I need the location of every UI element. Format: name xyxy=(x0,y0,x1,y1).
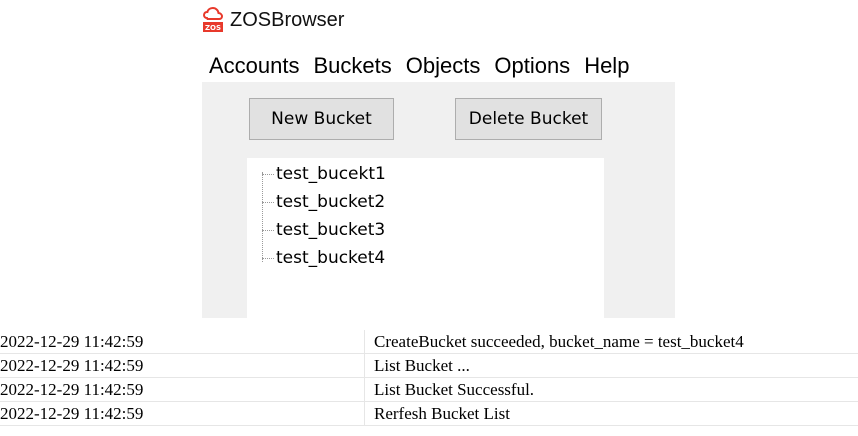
logo-text: ZOS xyxy=(205,24,221,32)
tree-item[interactable]: test_bucket4 xyxy=(262,245,385,271)
log-message: Rerfesh Bucket List xyxy=(374,404,510,423)
menu-options[interactable]: Options xyxy=(494,53,570,79)
tree-item[interactable]: test_bucekt1 xyxy=(262,161,386,187)
new-bucket-button[interactable]: New Bucket xyxy=(249,98,394,140)
table-row[interactable]: 2022-12-29 11:42:59 Rerfesh Bucket List xyxy=(0,402,858,426)
table-row[interactable]: 2022-12-29 11:42:59 List Bucket Successf… xyxy=(0,378,858,402)
column-divider xyxy=(364,402,365,425)
cloud-logo-icon: ZOS xyxy=(202,7,224,32)
log-message: CreateBucket succeeded, bucket_name = te… xyxy=(374,332,744,351)
bucket-name: test_bucket2 xyxy=(276,192,386,212)
tree-item[interactable]: test_bucket2 xyxy=(262,189,385,215)
bucket-tree[interactable]: test_bucekt1 test_bucket2 test_bucket3 t… xyxy=(247,158,604,318)
log-time: 2022-12-29 11:42:59 xyxy=(0,404,144,423)
log-table: 2022-12-29 11:42:59 CreateBucket succeed… xyxy=(0,330,858,426)
log-time: 2022-12-29 11:42:59 xyxy=(0,332,144,351)
bucket-name: test_bucket3 xyxy=(276,220,386,240)
menu-bar: Accounts Buckets Objects Options Help xyxy=(209,50,643,82)
bucket-panel: New Bucket Delete Bucket test_bucekt1 te… xyxy=(202,82,675,318)
tree-branch-line xyxy=(262,229,274,231)
menu-objects[interactable]: Objects xyxy=(406,53,481,79)
tree-item[interactable]: test_bucket3 xyxy=(262,217,385,243)
menu-buckets[interactable]: Buckets xyxy=(314,53,392,79)
log-message: List Bucket ... xyxy=(374,356,470,375)
table-row[interactable]: 2022-12-29 11:42:59 CreateBucket succeed… xyxy=(0,330,858,354)
bucket-name: test_bucket4 xyxy=(276,248,386,268)
menu-accounts[interactable]: Accounts xyxy=(209,53,300,79)
column-divider xyxy=(364,330,365,353)
column-divider xyxy=(364,378,365,401)
menu-help[interactable]: Help xyxy=(584,53,629,79)
tree-branch-line xyxy=(262,173,274,175)
column-divider xyxy=(364,354,365,377)
tree-branch-line xyxy=(262,201,274,203)
log-time: 2022-12-29 11:42:59 xyxy=(0,356,144,375)
app-title: ZOSBrowser xyxy=(230,8,345,31)
tree-branch-line xyxy=(262,257,274,259)
delete-bucket-button[interactable]: Delete Bucket xyxy=(455,98,602,140)
bucket-name: test_bucekt1 xyxy=(276,164,386,184)
title-bar: ZOS ZOSBrowser xyxy=(202,4,344,36)
log-time: 2022-12-29 11:42:59 xyxy=(0,380,144,399)
log-message: List Bucket Successful. xyxy=(374,380,535,399)
table-row[interactable]: 2022-12-29 11:42:59 List Bucket ... xyxy=(0,354,858,378)
